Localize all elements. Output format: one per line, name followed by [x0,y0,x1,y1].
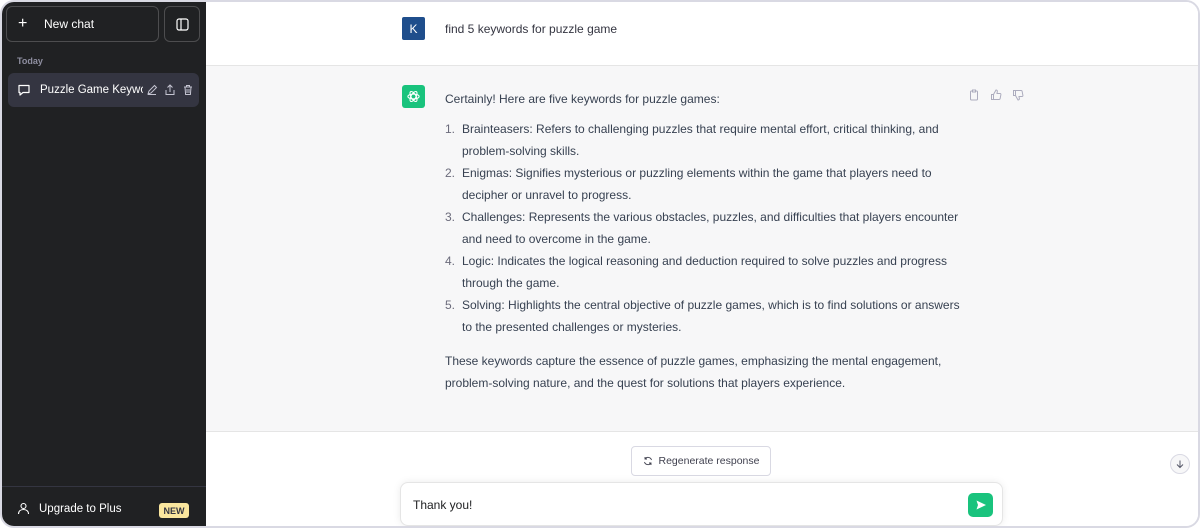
message-input[interactable]: Thank you! [413,498,472,512]
trash-icon [184,85,192,95]
user-icon [17,502,30,515]
list-number: 1. [445,122,456,136]
list-item-text: Logic: Indicates the logical reasoning a… [462,254,947,290]
list-item-text: Solving: Highlights the central objectiv… [462,298,960,334]
delete-chat-button[interactable] [181,83,195,97]
new-chat-label: New chat [44,17,95,31]
openai-logo-icon [407,90,420,103]
plus-icon: + [18,15,28,32]
thumbs-down-button[interactable] [1011,88,1025,102]
arrow-down-icon [1176,460,1184,469]
send-button[interactable] [968,493,993,517]
list-item: 4. Logic: Indicates the logical reasoning… [445,250,960,294]
regenerate-response-button[interactable]: Regenerate response [631,446,771,476]
user-avatar: K [402,17,425,40]
assistant-avatar [402,85,425,108]
list-item-text: Challenges: Represents the various obsta… [462,210,959,246]
list-number: 3. [445,210,456,224]
copy-icon [970,89,978,101]
sidebar: + New chat Today Puzzle Game Keywords [2,2,206,526]
assistant-message: Certainly! Here are five keywords for pu… [445,88,960,394]
sidebar-toggle-icon [175,17,189,31]
send-icon [976,500,986,510]
list-number: 4. [445,254,456,268]
thumbs-up-icon [991,89,1002,100]
assistant-intro: Certainly! Here are five keywords for pu… [445,92,720,106]
chat-main: K find 5 keywords for puzzle game Certai… [206,2,1198,526]
scroll-to-bottom-button[interactable] [1170,454,1190,474]
thumbs-up-button[interactable] [989,88,1003,102]
share-icon [165,84,175,95]
new-badge: NEW [159,503,189,518]
copy-button[interactable] [967,88,981,102]
list-number: 2. [445,166,456,180]
list-item: 1. Brainteasers: Refers to challenging pu… [445,118,960,162]
thumbs-down-icon [1013,90,1024,101]
edit-icon [147,84,158,95]
user-message-row: K find 5 keywords for puzzle game [206,2,1198,66]
assistant-message-row: Certainly! Here are five keywords for pu… [206,66,1198,432]
history-section-label: Today [17,56,43,66]
list-item: 5. Solving: Highlights the central object… [445,294,960,338]
message-composer[interactable]: Thank you! [400,482,1003,526]
message-actions [967,88,1025,102]
chat-title: Puzzle Game Keywords [40,84,143,96]
edit-chat-button[interactable] [145,83,159,97]
list-number: 5. [445,298,456,312]
list-item-text: Enigmas: Signifies mysterious or puzzlin… [462,166,932,202]
chat-bubble-icon [18,84,30,96]
share-chat-button[interactable] [163,83,177,97]
upgrade-to-plus-button[interactable]: Upgrade to Plus NEW [2,486,206,526]
app-window: + New chat Today Puzzle Game Keywords [0,0,1200,528]
keyword-list: 1. Brainteasers: Refers to challenging pu… [445,118,960,338]
list-item: 2. Enigmas: Signifies mysterious or puzzl… [445,162,960,206]
assistant-outro: These keywords capture the essence of pu… [445,354,942,390]
upgrade-label: Upgrade to Plus [39,502,122,515]
regenerate-label: Regenerate response [658,455,760,467]
list-item: 3. Challenges: Represents the various obs… [445,206,960,250]
sidebar-item-puzzle-game[interactable]: Puzzle Game Keywords [8,73,199,107]
user-message: find 5 keywords for puzzle game [445,22,618,36]
list-item-text: Brainteasers: Refers to challenging puzz… [462,122,939,158]
sidebar-toggle-button[interactable] [164,6,200,42]
refresh-icon [643,456,652,466]
new-chat-button[interactable]: + New chat [6,6,159,42]
